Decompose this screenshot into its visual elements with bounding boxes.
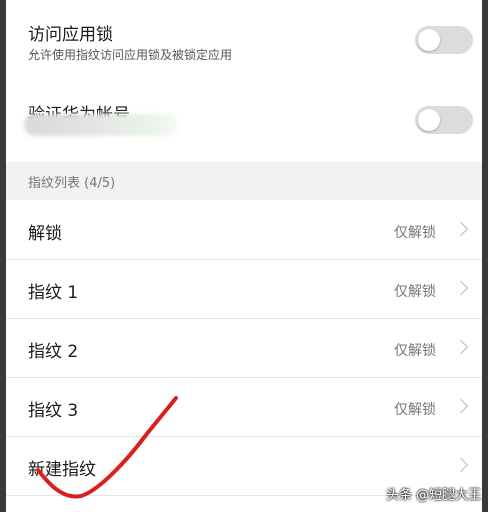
background-right-edge (482, 0, 488, 512)
chevron-right-icon (453, 457, 469, 473)
fingerprint-row-value: 仅解锁 (394, 284, 436, 300)
app-lock-subtitle: 允许使用指纹访问应用锁及被锁定应用 (28, 48, 233, 62)
watermark-text: 头条 @短腿大王 (386, 488, 482, 503)
toggle-knob (418, 109, 440, 131)
fingerprint-row-3[interactable]: 指纹 3 仅解锁 (6, 378, 482, 437)
fingerprint-row-label: 指纹 2 (28, 342, 79, 362)
fingerprint-row-unlock[interactable]: 解锁 仅解锁 (6, 201, 482, 260)
new-fingerprint-label: 新建指纹 (28, 460, 96, 480)
fingerprint-row-label: 指纹 3 (28, 401, 79, 421)
fingerprint-row-1[interactable]: 指纹 1 仅解锁 (6, 260, 482, 319)
chevron-right-icon (453, 339, 469, 355)
chevron-right-icon (453, 398, 469, 414)
fingerprint-row-2[interactable]: 指纹 2 仅解锁 (6, 319, 482, 378)
app-lock-toggle[interactable] (415, 26, 473, 54)
fingerprint-list-header: 指纹列表 (4/5) (6, 162, 482, 200)
fingerprint-row-value: 仅解锁 (394, 402, 436, 418)
fingerprint-row-value: 仅解锁 (394, 343, 436, 359)
fingerprint-row-label: 指纹 1 (28, 283, 79, 303)
huawei-account-toggle[interactable] (415, 106, 473, 134)
fingerprint-row-label: 解锁 (28, 224, 62, 244)
app-lock-row[interactable]: 访问应用锁 允许使用指纹访问应用锁及被锁定应用 (6, 0, 482, 80)
chevron-right-icon (453, 221, 469, 237)
toggle-knob (418, 29, 440, 51)
chevron-right-icon (453, 280, 469, 296)
app-lock-title: 访问应用锁 (28, 25, 113, 45)
fingerprint-row-value: 仅解锁 (394, 225, 436, 241)
fingerprint-list-header-text: 指纹列表 (4/5) (28, 176, 116, 191)
redacted-account-info (24, 114, 179, 136)
fingerprint-settings-panel: 访问应用锁 允许使用指纹访问应用锁及被锁定应用 验证华为帐号 指纹列表 (4/5… (6, 0, 482, 512)
